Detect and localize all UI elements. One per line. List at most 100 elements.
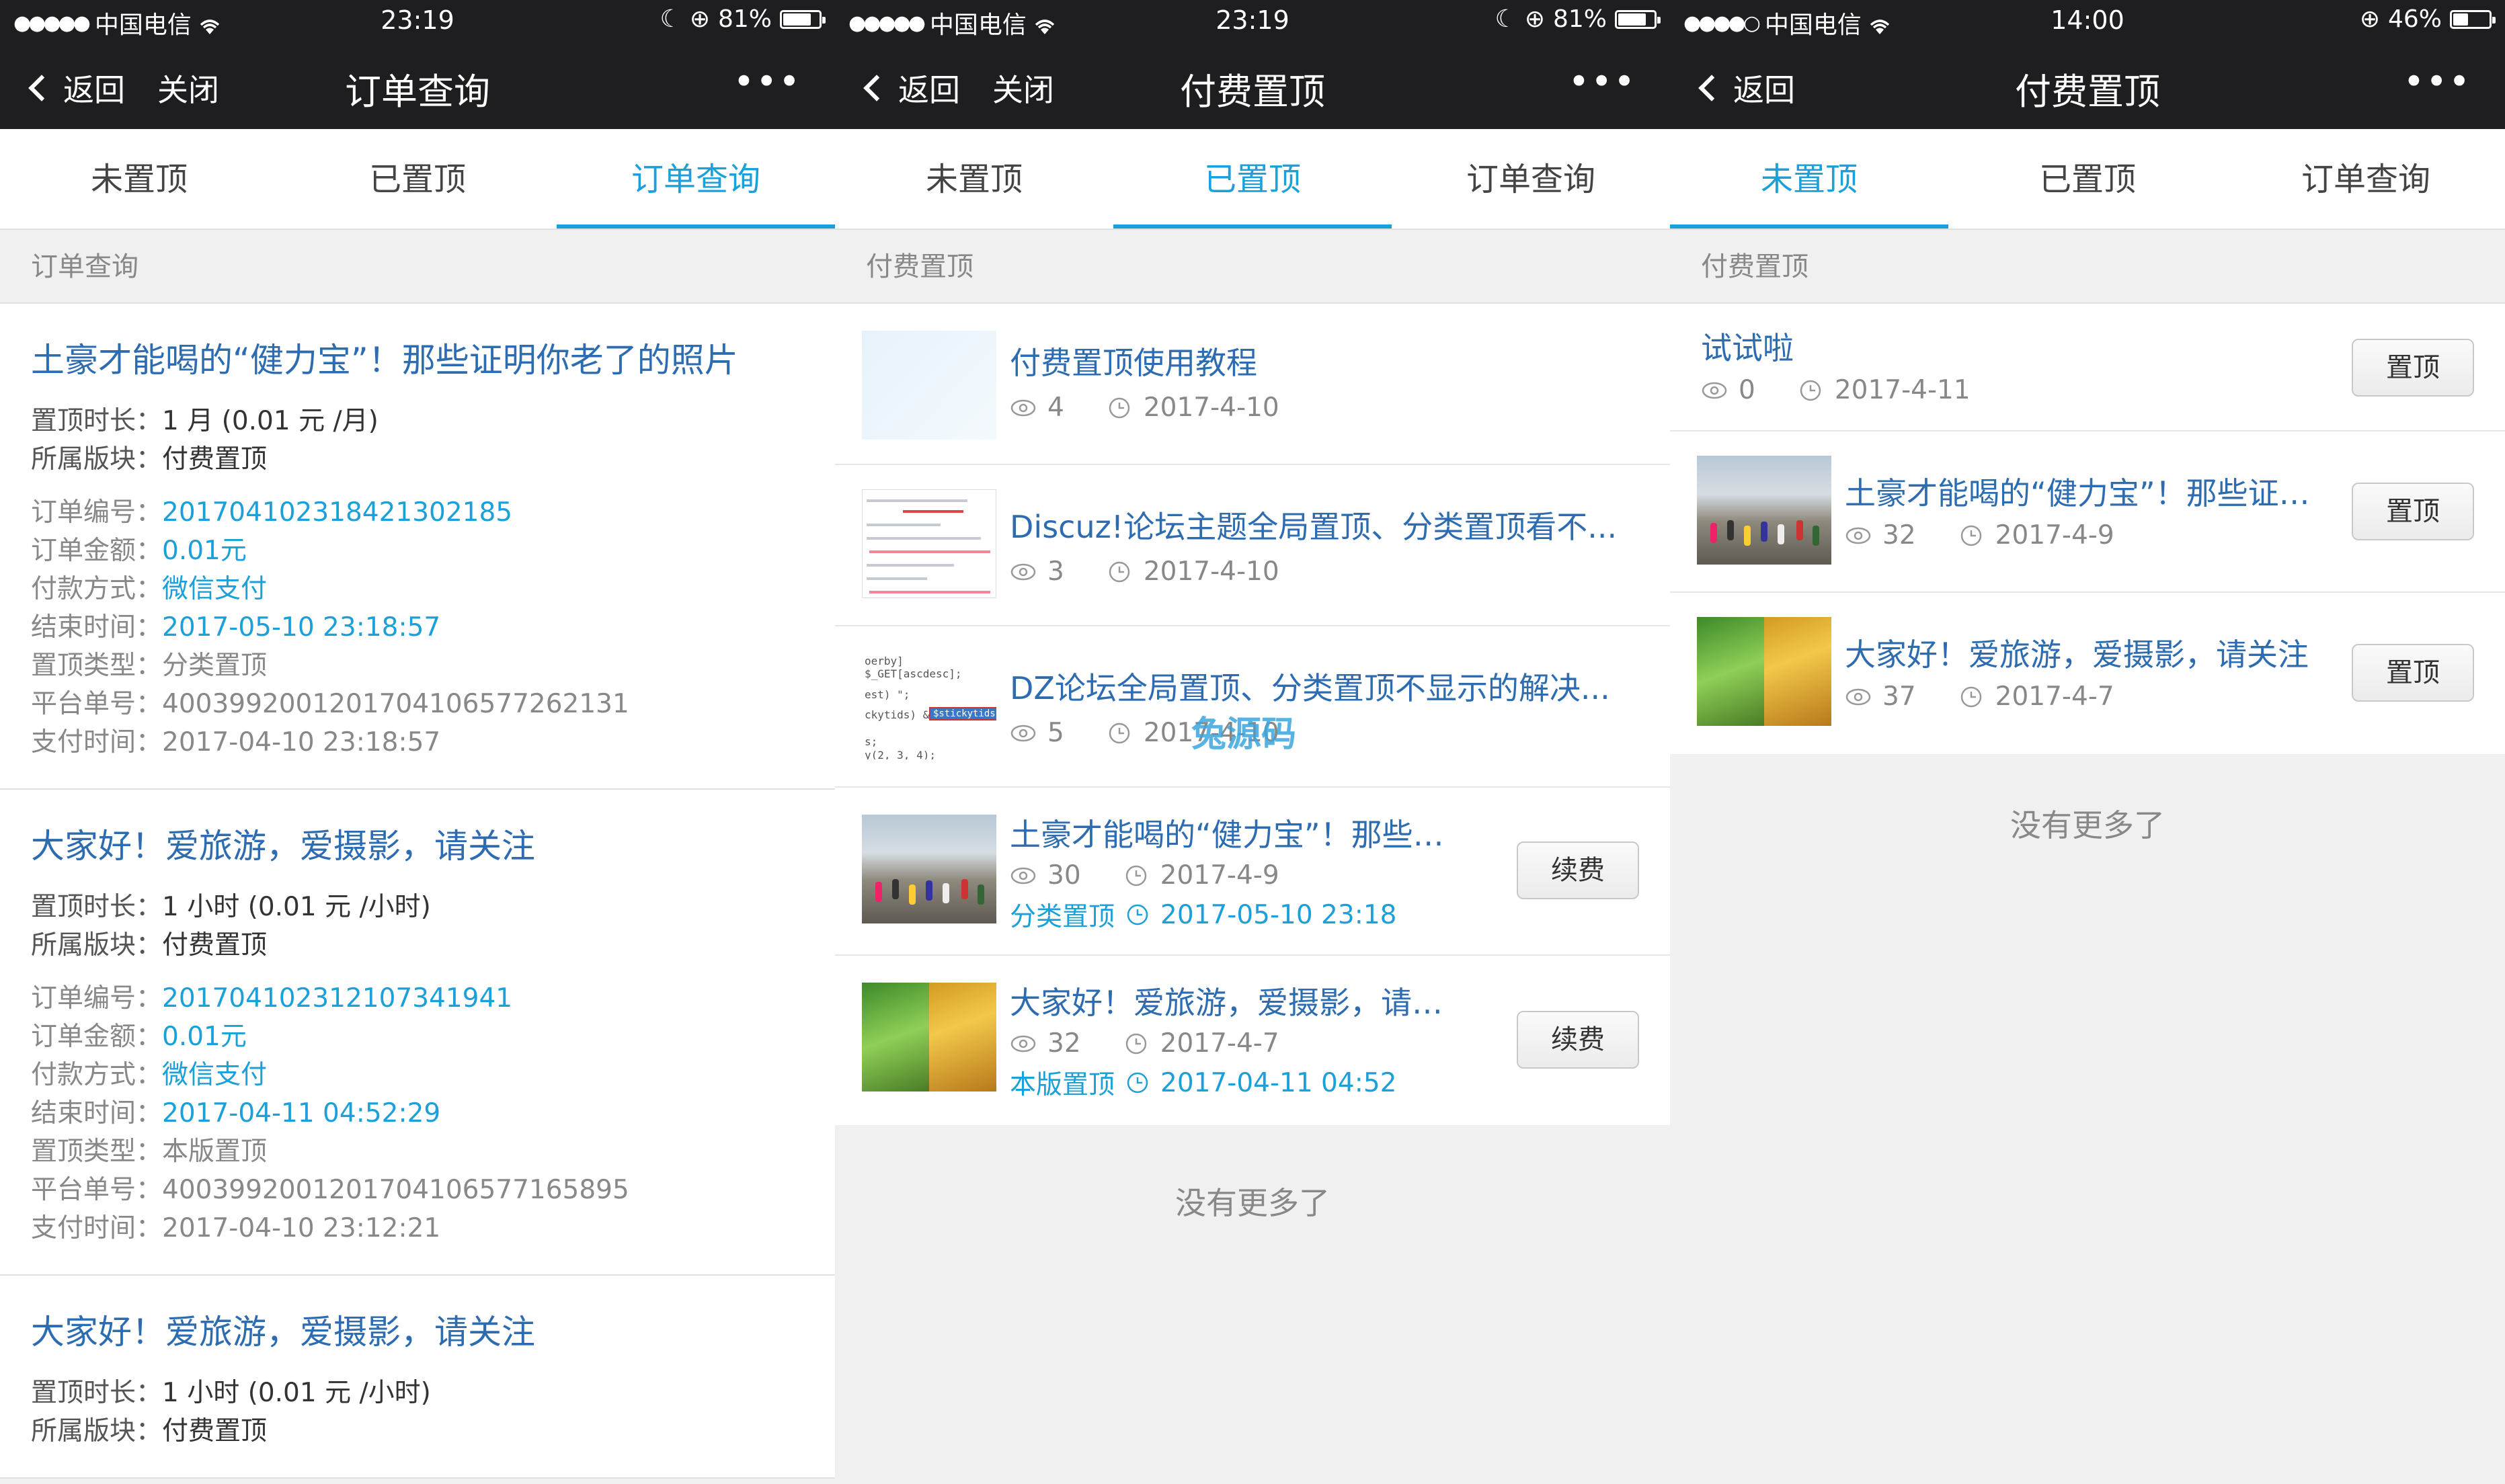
view-count: 32 (1882, 520, 1916, 550)
renew-button[interactable]: 续费 (1517, 841, 1639, 899)
eye-icon (1010, 862, 1037, 889)
tab-unpinned[interactable]: 未置顶 (1670, 129, 1948, 229)
end-time: 2017-05-10 23:18:57 (162, 612, 441, 643)
post-date: 2017-4-9 (1160, 860, 1279, 891)
no-more-text: 没有更多了 (2010, 807, 2165, 843)
list-item[interactable]: 土豪才能喝的“健力宝”！那些证明... 32 2017-4-9 置顶 (1670, 431, 2505, 593)
field-label: 置顶类型： (31, 651, 163, 681)
battery-icon (780, 9, 826, 29)
tab-pinned[interactable]: 已置顶 (1113, 129, 1392, 229)
order-card[interactable]: 大家好！爱旅游，爱摄影，请关注 置顶时长：1 小时 (0.01 元 /小时) 所… (0, 790, 835, 1276)
tab-unpinned[interactable]: 未置顶 (835, 129, 1113, 229)
order-title[interactable]: 大家好！爱旅游，爱摄影，请关注 (31, 1305, 804, 1354)
order-card[interactable]: 土豪才能喝的“健力宝”！那些证明你老了的照片 置顶时长：1 月 (0.01 元 … (0, 304, 835, 790)
section-header: 付费置顶 (835, 230, 1670, 304)
rotation-lock-icon: ⊕ (1524, 5, 1545, 33)
tab-order-query[interactable]: 订单查询 (557, 129, 835, 229)
list-item[interactable]: 大家好！爱旅游，爱摄影，请关注 32 2017-4-7 本版置顶 2017-04… (835, 956, 1670, 1125)
field-label: 平台单号： (31, 689, 163, 719)
view-count: 3 (1047, 556, 1064, 587)
payment-method: 微信支付 (162, 574, 268, 604)
field-label: 置顶时长： (31, 892, 163, 922)
tab-unpinned[interactable]: 未置顶 (0, 129, 278, 229)
status-bar: ●●●●○ 中国电信 14:00 ⊕ 46% (1670, 0, 2505, 42)
list-item[interactable]: 大家好！爱旅游，爱摄影，请关注 37 2017-4-7 置顶 (1670, 593, 2505, 754)
more-dots-icon[interactable]: ••• (2403, 60, 2471, 103)
field-label: 订单编号： (31, 497, 163, 528)
eye-icon (1010, 1030, 1037, 1057)
forum-value: 付费置顶 (162, 1416, 268, 1446)
battery-percent: 81% (717, 5, 772, 33)
forum-value: 付费置顶 (162, 444, 268, 475)
item-title[interactable]: 付费置顶使用教程 (1010, 339, 1630, 383)
nav-bar: 返回 付费置顶 ••• (1670, 42, 2505, 129)
eye-icon (1010, 395, 1037, 421)
clock-icon (1958, 522, 1985, 549)
item-title[interactable]: 土豪才能喝的“健力宝”！那些证明... (1845, 469, 2310, 513)
more-dots-icon[interactable]: ••• (1568, 60, 1636, 103)
thumbnail (862, 331, 996, 440)
list-item[interactable]: Discuz!论坛主题全局置顶、分类置顶看不... 3 2017-4-10 (835, 465, 1670, 626)
nav-bar: 返回 关闭 订单查询 ••• (0, 42, 835, 129)
list-item[interactable]: 土豪才能喝的“健力宝”！那些证明... 30 2017-4-9 分类置顶 201… (835, 788, 1670, 956)
pin-button[interactable]: 置顶 (2352, 339, 2474, 397)
list-item[interactable]: oerby] $_GET[ascdesc]; est) "; ckytids) … (835, 626, 1670, 788)
tab-order-query[interactable]: 订单查询 (1392, 129, 1670, 229)
pin-button[interactable]: 置顶 (2352, 644, 2474, 702)
paid-time: 2017-04-10 23:12:21 (162, 1213, 441, 1243)
post-date: 2017-4-10 (1143, 556, 1279, 587)
eye-icon (1010, 720, 1037, 747)
post-date: 2017-4-11 (1834, 375, 1971, 405)
panel-order-query: ●●●●● 中国电信 23:19 ☾ ⊕ 81% 返回 关闭 订单查询 ••• 未… (0, 0, 835, 1484)
payment-method: 微信支付 (162, 1060, 268, 1090)
battery-icon (1615, 9, 1661, 29)
clock-icon (1106, 559, 1133, 585)
order-card[interactable]: 大家好！爱旅游，爱摄影，请关注 置顶时长：1 小时 (0.01 元 /小时) 所… (0, 1276, 835, 1479)
view-count: 5 (1047, 718, 1064, 748)
tab-pinned[interactable]: 已置顶 (278, 129, 557, 229)
list-item[interactable]: 试试啦 0 2017-4-11 置顶 (1670, 304, 2505, 431)
renew-button[interactable]: 续费 (1517, 1011, 1639, 1069)
field-label: 平台单号： (31, 1175, 163, 1205)
pinned-list: 付费置顶使用教程 4 2017-4-10 Discuz!论坛主题全局置顶、分类置… (835, 304, 1670, 1125)
eye-icon (1701, 377, 1728, 404)
moon-icon: ☾ (1495, 5, 1517, 33)
duration-value: 1 小时 (0.01 元 /小时) (162, 1378, 431, 1408)
list-item[interactable]: 付费置顶使用教程 4 2017-4-10 (835, 304, 1670, 465)
rotation-lock-icon: ⊕ (2359, 5, 2380, 33)
clock-icon (1123, 1030, 1150, 1057)
section-header: 付费置顶 (1670, 230, 2505, 304)
field-label: 所属版块： (31, 1416, 163, 1446)
eye-icon (1845, 684, 1872, 710)
item-title[interactable]: 试试啦 (1701, 324, 2283, 368)
tab-order-query[interactable]: 订单查询 (2227, 129, 2505, 229)
duration-value: 1 小时 (0.01 元 /小时) (162, 892, 431, 922)
item-title[interactable]: 土豪才能喝的“健力宝”！那些证明... (1010, 811, 1448, 855)
end-time: 2017-04-11 04:52:29 (162, 1098, 441, 1128)
clock-icon (1797, 377, 1824, 404)
field-label: 置顶时长： (31, 1378, 163, 1408)
pin-button[interactable]: 置顶 (2352, 483, 2474, 540)
item-title[interactable]: Discuz!论坛主题全局置顶、分类置顶看不... (1010, 503, 1630, 547)
more-dots-icon[interactable]: ••• (733, 60, 801, 103)
field-label: 订单金额： (31, 1022, 163, 1052)
post-date: 2017-4-7 (1995, 682, 2114, 712)
item-title[interactable]: DZ论坛全局置顶、分类置顶不显示的解决... (1010, 664, 1630, 708)
order-title[interactable]: 大家好！爱旅游，爱摄影，请关注 (31, 819, 804, 868)
forum-value: 付费置顶 (162, 930, 268, 960)
item-title[interactable]: 大家好！爱旅游，爱摄影，请关注 (1010, 979, 1448, 1023)
tab-bar: 未置顶 已置顶 订单查询 (1670, 129, 2505, 230)
no-more-text: 没有更多了 (1175, 1185, 1330, 1221)
item-title[interactable]: 大家好！爱旅游，爱摄影，请关注 (1845, 630, 2310, 675)
order-title[interactable]: 土豪才能喝的“健力宝”！那些证明你老了的照片 (31, 333, 804, 382)
post-date: 2017-4-7 (1160, 1028, 1279, 1059)
pin-type: 分类置顶 (1010, 902, 1115, 932)
post-date: 2017-4-10 (1143, 393, 1279, 423)
view-count: 4 (1047, 393, 1064, 423)
battery-icon (2450, 9, 2496, 29)
field-label: 所属版块： (31, 930, 163, 960)
tab-pinned[interactable]: 已置顶 (1948, 129, 2227, 229)
order-amount: 0.01元 (162, 536, 247, 566)
field-label: 付款方式： (31, 1060, 163, 1090)
status-bar: ●●●●● 中国电信 23:19 ☾ ⊕ 81% (835, 0, 1670, 42)
